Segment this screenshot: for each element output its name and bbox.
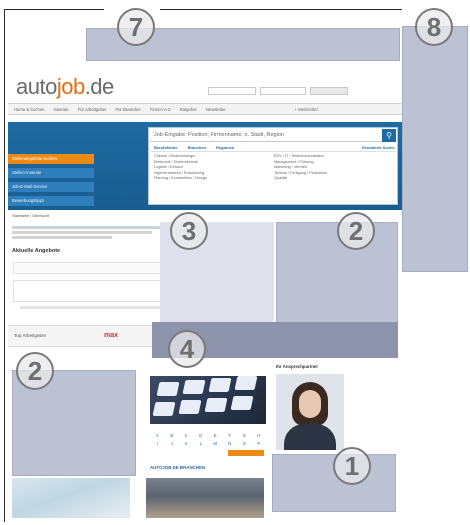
nav-item[interactable]: Für Bewerber <box>116 107 141 112</box>
nav-item[interactable]: Firmen A-Z <box>150 107 171 112</box>
frame-top-line <box>4 9 104 10</box>
header-login-button[interactable] <box>310 87 348 95</box>
overlay-box-2-right <box>276 222 398 326</box>
index-letter[interactable]: F <box>223 432 238 440</box>
results-row-2[interactable] <box>20 306 160 309</box>
callout-badge-2-left: 2 <box>16 352 54 390</box>
partner-label: Top Arbeitgeber <box>14 333 47 338</box>
main-nav: Home & Suchen Inserate Für Arbeitgeber F… <box>8 103 406 115</box>
key <box>230 396 254 410</box>
nav-item[interactable]: + Merkzettel <box>295 107 318 112</box>
side-menu: Stellenangebote suchen Stellen-Inserate … <box>8 154 94 210</box>
article-photo[interactable] <box>146 478 264 518</box>
index-letter[interactable]: M <box>208 440 223 448</box>
index-letter[interactable]: J <box>165 440 180 448</box>
header-input-2[interactable] <box>260 87 306 95</box>
side-menu-item[interactable]: Stellen-Inserate <box>8 168 94 178</box>
side-menu-item[interactable]: Bewerbungstipps <box>8 196 94 206</box>
overlay-box-8 <box>402 26 468 272</box>
more-button[interactable] <box>228 450 264 456</box>
callout-badge-8: 8 <box>415 8 453 46</box>
key <box>178 400 202 414</box>
callout-badge-3: 3 <box>170 212 208 250</box>
side-menu-item[interactable]: Job-E-Mail-Service <box>8 182 94 192</box>
key <box>208 378 232 392</box>
index-letter[interactable]: G <box>237 432 252 440</box>
frame-top-right-line <box>160 9 402 10</box>
index-letter[interactable]: E <box>208 432 223 440</box>
jobs-heading: AUTOJOB.DE BRANCHEN <box>150 465 206 470</box>
nav-item[interactable]: Home & Suchen <box>14 107 45 112</box>
site-logo[interactable]: autojob.de <box>16 74 114 100</box>
index-letter[interactable]: I <box>150 440 165 448</box>
key <box>204 398 228 412</box>
search-tab[interactable]: Berufsfelder <box>154 145 178 151</box>
search-icon: ⚲ <box>386 131 392 140</box>
nav-item[interactable]: Ratgeber <box>180 107 197 112</box>
nav-item[interactable]: Für Arbeitgeber <box>78 107 107 112</box>
intro-line <box>12 236 112 239</box>
category-link[interactable]: Qualität <box>274 176 392 182</box>
index-letter[interactable]: O <box>237 440 252 448</box>
search-tabs: Berufsfelder Branchen Regionen Erweitert… <box>150 145 396 152</box>
frame-left-line <box>4 9 5 522</box>
search-tab[interactable]: Branchen <box>188 145 206 151</box>
nav-item[interactable]: Inserate <box>54 107 69 112</box>
contact-person-photo <box>276 374 344 450</box>
job-search-input[interactable]: Job-Eingabe: Position, Firmenname, o. St… <box>150 129 382 142</box>
header-input-1[interactable] <box>208 87 256 95</box>
index-letter[interactable]: L <box>194 440 209 448</box>
side-menu-item[interactable]: Stellenangebote suchen <box>8 154 94 164</box>
annotated-screenshot: autojob.de Home & Suchen Inserate Für Ar… <box>0 0 470 525</box>
index-letter[interactable]: A <box>150 432 165 440</box>
key <box>234 376 258 390</box>
person-face <box>299 390 321 418</box>
category-column-2: EDV / IT / Telekommunikation Management … <box>274 154 392 182</box>
job-search-panel: Job-Eingabe: Position, Firmenname, o. St… <box>148 127 398 205</box>
callout-badge-4: 4 <box>168 330 206 368</box>
index-letter[interactable]: B <box>165 432 180 440</box>
person-body <box>284 424 336 450</box>
results-heading: Aktuelle Angebote <box>12 248 61 254</box>
index-letter[interactable]: C <box>179 432 194 440</box>
key <box>182 380 206 394</box>
key <box>156 382 180 396</box>
results-row[interactable] <box>13 280 163 302</box>
breadcrumb: Startseite / Übersicht <box>12 213 50 218</box>
callout-badge-2-right: 2 <box>337 212 375 250</box>
category-column-1: Chemie / Biotechnologie Elektronik / Ele… <box>154 154 272 182</box>
index-letter[interactable]: P <box>252 440 267 448</box>
index-letter[interactable]: D <box>194 432 209 440</box>
index-letter[interactable]: K <box>179 440 194 448</box>
partner-logo[interactable]: max <box>104 332 118 339</box>
intro-line <box>12 226 160 229</box>
callout-badge-1: 1 <box>333 447 371 485</box>
key <box>152 402 176 416</box>
search-tab[interactable]: Erweiterte Suche <box>362 145 394 151</box>
keyboard-photo <box>150 376 266 424</box>
search-button[interactable]: ⚲ <box>382 129 396 142</box>
nav-item[interactable]: Newsletter <box>206 107 226 112</box>
hero-banner: Stellenangebote suchen Stellen-Inserate … <box>8 122 406 210</box>
category-link[interactable]: Planung / Konstruktion / Design <box>154 176 272 182</box>
index-letter[interactable]: H <box>252 432 267 440</box>
index-letter[interactable]: N <box>223 440 238 448</box>
contact-heading: Ihr Ansprechpartner <box>276 364 319 369</box>
search-tab[interactable]: Regionen <box>216 145 234 151</box>
results-header-row <box>13 262 163 274</box>
alphabet-index: ABCDEFGH IJKLMNOP <box>150 432 266 448</box>
map-image[interactable] <box>12 478 130 518</box>
callout-badge-7: 7 <box>117 8 155 46</box>
intro-line <box>12 231 152 234</box>
